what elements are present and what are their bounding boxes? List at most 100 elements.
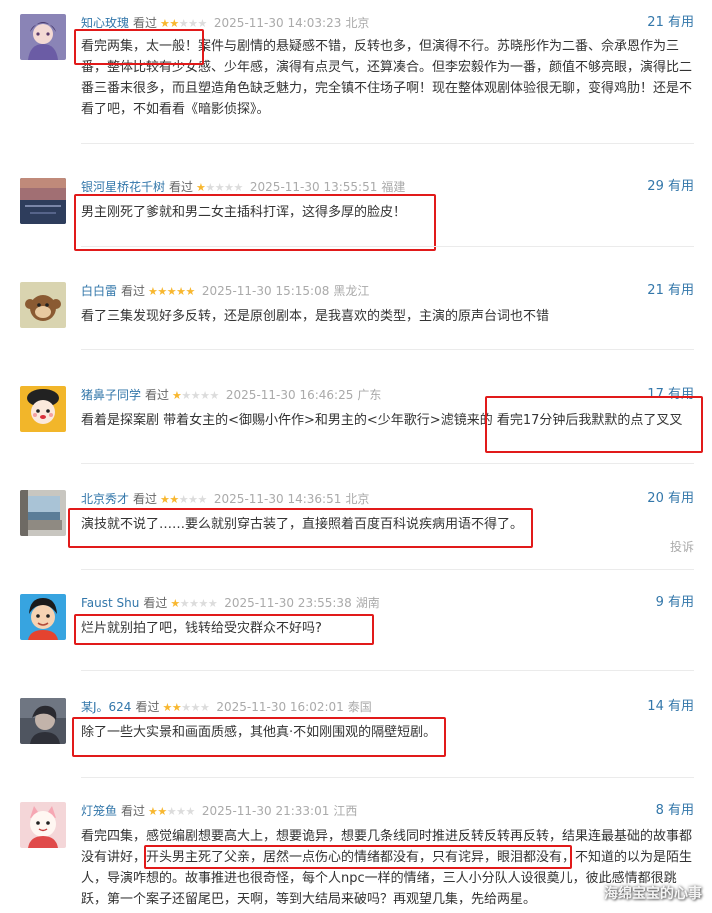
useful-vote[interactable]: 14 有用: [647, 698, 694, 716]
comment-text: 看着是探案剧 带着女主的<御赐小仵作>和男主的<少年歌行>滤镜来的 看完17分钟…: [81, 413, 683, 428]
star-empty-icon: ★: [207, 597, 218, 610]
star-filled-icon: ★: [148, 285, 158, 298]
useful-label: 有用: [667, 15, 694, 30]
comment-text: 看了三集发现好多反转，还是原创剧本，是我喜欢的类型，主演的原声台词也不错: [81, 309, 550, 324]
useful-label: 有用: [667, 491, 694, 506]
star-empty-icon: ★: [233, 181, 244, 194]
username[interactable]: 北京秀才: [81, 492, 129, 506]
useful-count: 8: [655, 803, 664, 818]
avatar[interactable]: [20, 698, 66, 744]
comment-location: 北京: [345, 16, 370, 30]
comment-time: 2025-11-30 16:02:01: [216, 700, 344, 714]
divider: [81, 670, 694, 671]
watched-label: 看过: [145, 388, 170, 402]
star-filled-icon: ★: [176, 285, 186, 298]
avatar-dark-portrait-icon: [20, 698, 66, 744]
username[interactable]: 某J。624: [81, 700, 131, 714]
avatar[interactable]: [20, 802, 66, 848]
star-empty-icon: ★: [198, 597, 209, 610]
comment-location: 广东: [357, 388, 382, 402]
divider: [81, 143, 694, 144]
avatar-monkey-cartoon-icon: [20, 282, 66, 328]
useful-vote[interactable]: 21 有用: [647, 14, 694, 32]
watched-label: 看过: [121, 284, 146, 298]
useful-label: 有用: [667, 803, 694, 818]
star-empty-icon: ★: [188, 17, 198, 30]
comment-meta: 知心玫瑰 看过 ★★★★★ 2025-11-30 14:03:23 北京: [81, 14, 369, 32]
comment-text: 男主刚死了爹就和男二女主插科打诨，这得多厚的脸皮！: [81, 205, 407, 220]
username[interactable]: 银河星桥花千树: [81, 180, 165, 194]
divider: [81, 777, 694, 778]
avatar[interactable]: [20, 594, 66, 640]
comment-location: 北京: [345, 492, 370, 506]
report-link[interactable]: 投诉: [670, 538, 694, 555]
star-filled-icon: ★: [172, 389, 182, 402]
star-filled-icon: ★: [166, 285, 177, 298]
comment-meta: 银河星桥花千树 看过 ★★★★★ 2025-11-30 13:55:51 福建: [81, 178, 405, 196]
useful-count: 9: [655, 595, 664, 610]
comment-meta: 灯笼鱼 看过 ★★★★★ 2025-11-30 21:33:01 江西: [81, 802, 357, 820]
watched-label: 看过: [135, 700, 160, 714]
rating-stars: ★★★★★: [148, 805, 195, 818]
star-empty-icon: ★: [214, 181, 225, 194]
rating-stars: ★★★★★: [170, 597, 217, 610]
star-empty-icon: ★: [181, 389, 191, 402]
star-filled-icon: ★: [169, 17, 179, 30]
divider: [81, 463, 694, 464]
useful-vote[interactable]: 17 有用: [647, 386, 694, 404]
rating-stars: ★★★★★: [160, 17, 207, 30]
username[interactable]: 灯笼鱼: [81, 804, 117, 818]
star-empty-icon: ★: [190, 701, 201, 714]
comment-time: 2025-11-30 23:55:38: [224, 596, 352, 610]
avatar[interactable]: [20, 386, 66, 432]
star-empty-icon: ★: [178, 493, 189, 506]
useful-count: 17: [647, 387, 664, 402]
username[interactable]: Faust Shu: [81, 596, 139, 610]
comment-time: 2025-11-30 21:33:01: [201, 804, 330, 818]
useful-vote[interactable]: 20 有用: [647, 490, 694, 508]
comment-location: 泰国: [347, 700, 372, 714]
comment-time: 2025-11-30 16:46:25: [225, 388, 354, 402]
comment-location: 江西: [333, 804, 358, 818]
useful-vote[interactable]: 21 有用: [647, 282, 694, 300]
comment-meta: Faust Shu 看过 ★★★★★ 2025-11-30 23:55:38 湖南: [81, 594, 380, 612]
avatar-cartoon-boy-icon: [20, 594, 66, 640]
useful-count: 21: [647, 283, 664, 298]
divider: [81, 349, 694, 350]
comment-text: 烂片就别拍了吧，钱转给受灾群众不好吗?: [81, 621, 322, 636]
comment-text: 看完两集，太一般！案件与剧情的悬疑感不错，反转也多，但演得不行。苏晓彤作为二番、…: [81, 39, 693, 117]
useful-label: 有用: [667, 179, 694, 194]
useful-label: 有用: [667, 387, 694, 402]
star-empty-icon: ★: [166, 805, 177, 818]
useful-vote[interactable]: 9 有用: [656, 594, 694, 612]
star-empty-icon: ★: [178, 17, 189, 30]
useful-count: 29: [647, 179, 664, 194]
useful-count: 21: [647, 15, 664, 30]
comment-time: 2025-11-30 15:15:08: [201, 284, 330, 298]
username[interactable]: 猪鼻子同学: [81, 388, 141, 402]
rating-stars: ★★★★★: [162, 701, 209, 714]
star-empty-icon: ★: [190, 389, 201, 402]
avatar[interactable]: [20, 178, 66, 224]
star-empty-icon: ★: [200, 389, 210, 402]
avatar-sunset-sea-icon: [20, 178, 66, 224]
avatar[interactable]: [20, 282, 66, 328]
star-filled-icon: ★: [162, 701, 172, 714]
watched-label: 看过: [169, 180, 194, 194]
comment-meta: 北京秀才 看过 ★★★★★ 2025-11-30 14:36:51 北京: [81, 490, 369, 508]
comment-location: 湖南: [355, 596, 380, 610]
avatar[interactable]: [20, 14, 66, 60]
divider: [81, 246, 694, 247]
star-empty-icon: ★: [197, 17, 208, 30]
username[interactable]: 白白雷: [81, 284, 117, 298]
useful-vote[interactable]: 8 有用: [656, 802, 694, 820]
useful-vote[interactable]: 29 有用: [647, 178, 694, 196]
star-empty-icon: ★: [179, 597, 190, 610]
star-empty-icon: ★: [185, 805, 196, 818]
username[interactable]: 知心玫瑰: [81, 16, 129, 30]
avatar-cartoon-face-icon: [20, 386, 66, 432]
comment-time: 2025-11-30 13:55:51: [249, 180, 378, 194]
star-filled-icon: ★: [160, 493, 170, 506]
avatar[interactable]: [20, 490, 66, 536]
rating-stars: ★★★★★: [160, 493, 207, 506]
